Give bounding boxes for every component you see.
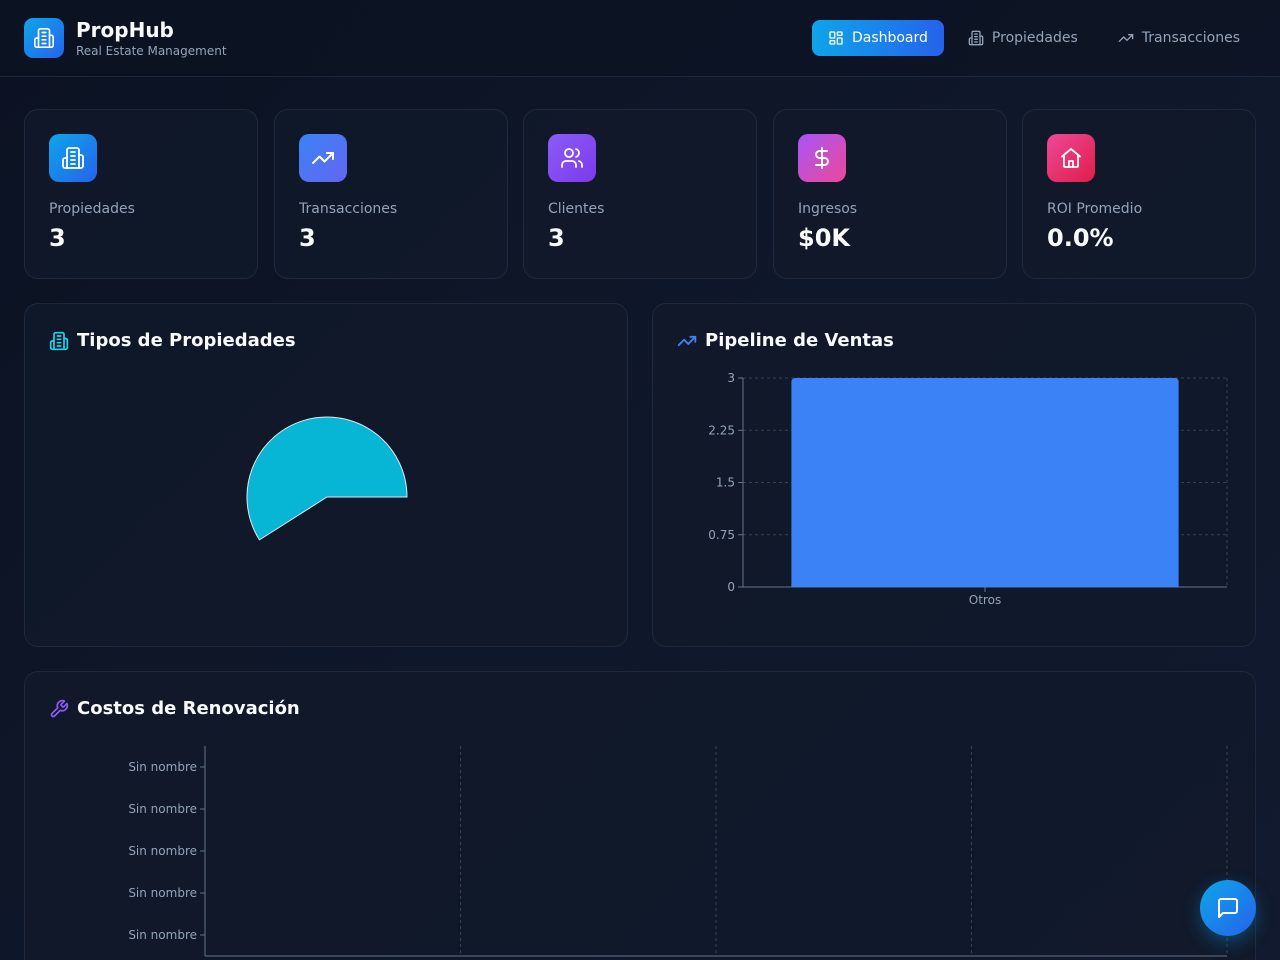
dollar-icon <box>815 147 829 169</box>
stat-icon-box <box>548 134 596 182</box>
stat-label: Transacciones <box>299 201 398 217</box>
app-subtitle: Real Estate Management <box>76 44 227 58</box>
users-icon <box>561 148 583 168</box>
y-tick-label: Sin nombre <box>128 760 197 774</box>
app-logo[interactable] <box>24 18 64 58</box>
nav-transacciones[interactable]: Transacciones <box>1102 20 1256 56</box>
y-tick-label: Sin nombre <box>128 802 197 816</box>
chat-icon <box>1218 898 1238 918</box>
stat-label: Propiedades <box>49 201 135 217</box>
stat-icon-box <box>49 134 97 182</box>
y-tick-label: Sin nombre <box>128 928 197 942</box>
stat-value: 3 <box>299 224 316 252</box>
pie-slice <box>246 416 408 541</box>
property-types-pie-chart <box>246 416 408 541</box>
y-tick-label: 0 <box>727 580 735 594</box>
nav-dashboard[interactable]: Dashboard <box>811 20 944 56</box>
y-tick-label: 3 <box>727 371 735 385</box>
property-types-panel: Tipos de Propiedades <box>24 303 628 647</box>
y-tick-label: 0.75 <box>708 528 735 542</box>
stat-card-transacciones: Transacciones 3 <box>274 109 508 279</box>
renovation-costs-panel: Costos de Renovación Sin nombre Sin nombr… <box>24 671 1256 960</box>
trending-up-icon <box>312 152 334 164</box>
building-icon <box>968 30 984 46</box>
sales-pipeline-bar-chart: 0 0.75 1.5 2.25 3 Otros <box>708 371 1228 607</box>
stat-card-roi: ROI Promedio 0.0% <box>1022 109 1256 279</box>
sales-pipeline-panel: Pipeline de Ventas 0 0.75 1.5 2.25 3 Otros <box>652 303 1256 647</box>
stat-icon-box <box>798 134 846 182</box>
y-tick-label: 1.5 <box>716 476 735 490</box>
nav-dashboard-label: Dashboard <box>851 30 928 46</box>
stat-card-ingresos: Ingresos $0K <box>773 109 1007 279</box>
stat-icon-box <box>1047 134 1095 182</box>
stat-label: Ingresos <box>798 201 858 217</box>
home-icon <box>1061 148 1081 168</box>
main-nav: Dashboard Propiedades Transacciones <box>811 20 1256 56</box>
stat-card-clientes: Clientes 3 <box>523 109 757 279</box>
stat-value: 0.0% <box>1047 224 1114 252</box>
building-icon <box>49 331 69 350</box>
stat-value: 3 <box>548 224 565 252</box>
stat-label: Clientes <box>548 201 605 217</box>
stat-label: ROI Promedio <box>1047 201 1143 217</box>
bar <box>791 378 1179 587</box>
stat-card-propiedades: Propiedades 3 <box>24 109 258 279</box>
nav-propiedades-label: Propiedades <box>991 30 1078 46</box>
nav-propiedades[interactable]: Propiedades <box>952 20 1094 56</box>
chat-button[interactable] <box>1200 880 1256 936</box>
y-tick-label: 2.25 <box>708 423 735 437</box>
nav-transacciones-label: Transacciones <box>1141 30 1240 46</box>
building-icon <box>34 28 54 48</box>
app-header: PropHub Real Estate Management Dashboard… <box>0 0 1280 77</box>
trending-up-icon <box>1118 34 1134 42</box>
renovation-costs-bar-chart: Sin nombre Sin nombre Sin nombre Sin nombre… <box>128 746 1228 957</box>
building-icon <box>62 147 84 169</box>
stat-icon-box <box>299 134 347 182</box>
y-tick-label: Sin nombre <box>128 844 197 858</box>
stat-value: 3 <box>49 224 66 252</box>
layout-grid-icon <box>829 31 843 45</box>
app-title: PropHub <box>76 18 174 42</box>
panel-title: Tipos de Propiedades <box>49 330 296 351</box>
stat-value: $0K <box>798 224 850 252</box>
panel-title-text: Tipos de Propiedades <box>77 330 296 351</box>
x-tick-label: Otros <box>969 593 1001 607</box>
y-tick-label: Sin nombre <box>128 886 197 900</box>
